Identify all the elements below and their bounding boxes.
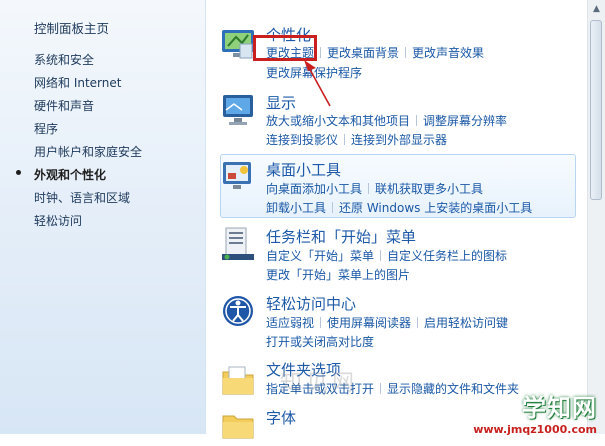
link-separator (380, 383, 382, 394)
display-icon[interactable] (220, 92, 256, 128)
task-link-row: 连接到投影仪 连接到外部显示器 (266, 131, 447, 148)
task-link[interactable]: 适应弱视 (266, 316, 314, 330)
main-content: 个性化 更改主题 更改桌面背景 更改声音效果 更改屏幕保护程序 显示 放大或缩小文本和其他项… (206, 0, 605, 439)
watermark-url: www.jmqz1000.com (473, 423, 597, 436)
navigation-pane: 控制面板主页 系统和安全 网络和 Internet 硬件和声音 程序 用户帐户和家庭安全… (0, 0, 206, 434)
folder-options-icon[interactable] (220, 363, 256, 399)
task-link[interactable]: 连接到外部显示器 (351, 133, 447, 147)
active-bullet-icon (16, 170, 21, 175)
nav-item[interactable]: 系统和安全 (34, 51, 142, 74)
task-link[interactable]: 还原 Windows 上安装的桌面小工具 (339, 201, 532, 215)
taskbar-icon[interactable] (220, 226, 256, 262)
task-link[interactable]: 联机获取更多小工具 (375, 182, 483, 196)
highlight-box (253, 35, 317, 61)
task-link[interactable]: 使用屏幕阅读器 (327, 316, 411, 330)
scroll-up-icon[interactable]: ▲ (591, 4, 602, 15)
task-link-row: 放大或缩小文本和其他项目 调整屏幕分辨率 (266, 112, 507, 129)
task-link[interactable]: 卸载小工具 (266, 201, 326, 215)
task-link-row: 适应弱视 使用屏幕阅读器 启用轻松访问键 (266, 314, 508, 331)
scroll-thumb[interactable] (590, 20, 602, 200)
watermark-logo: 学知网 (522, 394, 597, 422)
task-link[interactable]: 放大或缩小文本和其他项目 (266, 114, 410, 128)
link-separator (405, 47, 407, 58)
task-link[interactable]: 启用轻松访问键 (424, 316, 508, 330)
red-arrow-icon (304, 60, 331, 107)
nav-item[interactable]: 用户帐户和家庭安全 (34, 143, 142, 166)
task-link-row: 卸载小工具 还原 Windows 上安装的桌面小工具 (266, 199, 532, 216)
personalization-icon[interactable] (220, 26, 256, 62)
vertical-scrollbar[interactable]: ▲ (587, 0, 605, 434)
faint-watermark: 知见网 (280, 371, 359, 396)
category-title[interactable]: 轻松访问中心 (266, 293, 356, 314)
link-separator (320, 47, 322, 58)
task-link[interactable]: 调整屏幕分辨率 (423, 114, 507, 128)
fonts-icon[interactable] (220, 407, 256, 443)
task-link[interactable]: 自定义「开始」菜单 (266, 249, 374, 263)
desktop-gadgets-icon[interactable] (220, 159, 256, 195)
control-panel-home-link[interactable]: 控制面板主页 (34, 18, 109, 37)
link-separator (416, 115, 418, 126)
task-link[interactable]: 更改「开始」菜单上的图片 (266, 268, 410, 282)
link-separator (368, 183, 370, 194)
task-link-row: 更改「开始」菜单上的图片 (266, 266, 410, 283)
nav-item[interactable]: 网络和 Internet (34, 74, 142, 97)
task-link-row: 自定义「开始」菜单 自定义任务栏上的图标 (266, 247, 507, 264)
nav-item[interactable]: 程序 (34, 120, 142, 143)
link-separator (332, 202, 334, 213)
task-link-row: 打开或关闭高对比度 (266, 333, 374, 350)
category-title[interactable]: 显示 (266, 92, 296, 113)
link-separator (320, 317, 322, 328)
link-separator (417, 317, 419, 328)
link-separator (344, 134, 346, 145)
task-link[interactable]: 向桌面添加小工具 (266, 182, 362, 196)
task-link[interactable]: 更改声音效果 (412, 46, 484, 60)
nav-item[interactable]: 轻松访问 (34, 212, 142, 235)
task-link[interactable]: 自定义任务栏上的图标 (387, 249, 507, 263)
watermark: 学知网 www.jmqz1000.com (473, 388, 597, 436)
category-title[interactable]: 任务栏和「开始」菜单 (266, 226, 416, 247)
link-separator (380, 250, 382, 261)
task-link[interactable]: 连接到投影仪 (266, 133, 338, 147)
task-link[interactable]: 更改桌面背景 (327, 46, 399, 60)
category-list: 系统和安全 网络和 Internet 硬件和声音 程序 用户帐户和家庭安全 外观和个性化时… (34, 51, 142, 235)
ease-of-access-icon[interactable] (220, 293, 256, 329)
task-link[interactable]: 打开或关闭高对比度 (266, 335, 374, 349)
category-title[interactable]: 桌面小工具 (266, 159, 341, 180)
nav-item[interactable]: 外观和个性化 (34, 166, 142, 189)
nav-item[interactable]: 硬件和声音 (34, 97, 142, 120)
task-link-row: 向桌面添加小工具 联机获取更多小工具 (266, 180, 483, 197)
nav-item[interactable]: 时钟、语言和区域 (34, 189, 142, 212)
category-title[interactable]: 字体 (266, 407, 296, 428)
